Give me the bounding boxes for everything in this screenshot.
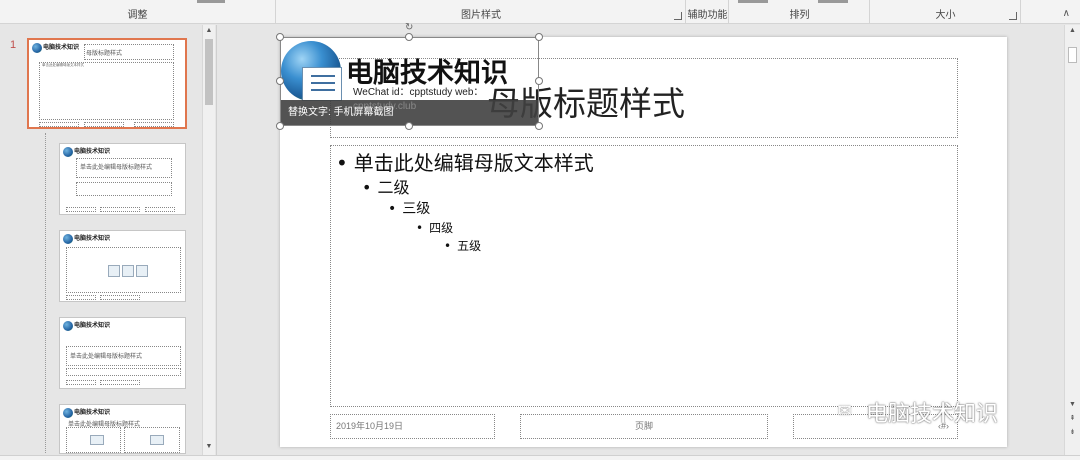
ribbon-group-bar: 调整 图片样式 辅助功能 排列 大小 ∧ — [0, 0, 1080, 24]
selected-logo-picture[interactable]: 电脑技术知识 WeChat id：cpptstudy web： 替换文字: 手机… — [276, 22, 543, 130]
resize-handle[interactable] — [535, 122, 543, 130]
bullet-level-2: 二级 — [362, 174, 409, 198]
thumbnail-footer-placeholder — [145, 207, 175, 212]
thumbnail-title: 电脑技术知识 — [74, 323, 111, 329]
dialog-launcher-icon[interactable] — [674, 12, 682, 20]
thumbnail-footer-placeholder — [100, 207, 140, 212]
resize-handle[interactable] — [405, 33, 413, 41]
thumbnail-image — [122, 265, 134, 277]
bullet-level-4: 四级 — [416, 219, 453, 236]
previous-slide-icon[interactable]: ⇞ — [1065, 413, 1080, 425]
thumbnail-footer-placeholder — [39, 122, 79, 127]
ribbon-group-label: 大小 — [935, 10, 956, 21]
thumbnail-body-text: 单击此处编辑母版文本样式 — [42, 63, 84, 67]
globe-logo-icon — [32, 43, 42, 53]
ribbon-group-size: 大小 — [871, 0, 1021, 24]
status-bar — [0, 455, 1080, 460]
scrollbar-thumb[interactable] — [1068, 47, 1077, 63]
globe-logo-icon — [63, 234, 73, 244]
body-placeholder[interactable] — [330, 145, 958, 407]
selection-frame — [280, 37, 539, 126]
thumbnail-subtitle: 母版标题样式 — [86, 51, 123, 57]
bullet-level-3: 三级 — [388, 198, 430, 218]
globe-logo-icon — [63, 321, 73, 331]
thumbnail-image — [108, 265, 120, 277]
bullet-level-1: 单击此处编辑母版文本样式 — [336, 147, 594, 176]
ribbon-group-accessibility: 辅助功能 — [687, 0, 729, 24]
resize-handle[interactable] — [405, 122, 413, 130]
date-placeholder[interactable]: 2019年10月19日 — [330, 414, 495, 439]
thumbnail-footer-placeholder — [66, 295, 96, 300]
resize-handle[interactable] — [276, 33, 284, 41]
thumbnail-footer-placeholder — [134, 122, 174, 127]
ribbon-group-arrange: 排列 — [730, 0, 870, 24]
thumbnail-master-slide[interactable]: 电脑技术知识 母版标题样式 单击此处编辑母版文本样式 — [27, 38, 187, 129]
globe-logo-icon — [63, 408, 73, 418]
thumbnail-image — [90, 435, 104, 445]
thumbnail-body-placeholder — [66, 368, 181, 376]
thumbnail-layout-slide[interactable]: 电脑技术知识 单击此处编辑母版标题样式 — [59, 317, 186, 389]
layout-connector-line — [45, 133, 46, 453]
thumbnail-footer-placeholder — [84, 122, 124, 127]
thumbnail-footer-placeholder — [66, 207, 96, 212]
thumbnail-title: 电脑技术知识 — [74, 236, 111, 242]
scroll-down-icon[interactable]: ▼ — [1065, 399, 1080, 411]
scroll-up-icon[interactable]: ▲ — [1065, 25, 1080, 37]
ribbon-group-label: 调整 — [127, 10, 148, 21]
thumbnail-footer-placeholder — [100, 295, 140, 300]
scroll-up-icon[interactable]: ▲ — [203, 25, 215, 37]
slide-editing-canvas: 母版标题样式 单击此处编辑母版文本样式 二级 三级 四级 五级 2019年10月… — [218, 22, 1064, 455]
thumbnail-image — [150, 435, 164, 445]
collapse-ribbon-icon[interactable]: ∧ — [1063, 8, 1070, 19]
ribbon-group-picture-styles: 图片样式 — [277, 0, 686, 24]
slide-thumbnail-pane: 1 电脑技术知识 母版标题样式 单击此处编辑母版文本样式 电脑技术知识 单击此处… — [0, 25, 217, 455]
thumbnail-footer-placeholder — [66, 380, 96, 385]
rotate-handle-icon[interactable]: ↻ — [405, 22, 415, 33]
next-slide-icon[interactable]: ⇟ — [1065, 427, 1080, 439]
ribbon-group-label: 辅助功能 — [687, 10, 728, 21]
globe-logo-icon — [63, 147, 73, 157]
thumbnail-title: 电脑技术知识 — [74, 410, 111, 416]
scroll-down-icon[interactable]: ▼ — [203, 441, 215, 453]
thumbnail-footer-placeholder — [100, 380, 140, 385]
bullet-level-5: 五级 — [444, 237, 481, 254]
watermark-text: 电脑技术知识 — [866, 402, 999, 427]
ribbon-group-label: 排列 — [789, 10, 810, 21]
thumbnail-layout-slide[interactable]: 电脑技术知识 — [59, 230, 186, 302]
footer-placeholder[interactable]: 页脚 — [520, 414, 768, 439]
resize-handle[interactable] — [276, 77, 284, 85]
resize-handle[interactable] — [535, 33, 543, 41]
thumbnail-body-placeholder — [76, 182, 172, 196]
thumbnail-title: 电脑技术知识 — [74, 149, 111, 155]
thumbnail-layout-slide[interactable]: 电脑技术知识 单击此处编辑母版标题样式 — [59, 143, 186, 215]
thumbnail-layout-slide[interactable]: 电脑技术知识 单击此处编辑母版标题样式 — [59, 404, 186, 454]
resize-handle[interactable] — [535, 77, 543, 85]
wechat-icon: ✉ — [838, 403, 852, 420]
resize-handle[interactable] — [276, 122, 284, 130]
thumbnail-subtitle: 单击此处编辑母版标题样式 — [70, 354, 143, 360]
slide-number: 1 — [10, 39, 17, 51]
thumbnail-body-placeholder — [39, 62, 174, 120]
editor-scrollbar[interactable]: ▲ ▼ ⇞ ⇟ — [1064, 25, 1080, 455]
thumbnail-scrollbar[interactable]: ▲ ▼ — [202, 25, 215, 455]
ribbon-group-adjust: 调整 — [0, 0, 276, 24]
thumbnail-image — [136, 265, 148, 277]
dialog-launcher-icon[interactable] — [1009, 12, 1017, 20]
scrollbar-thumb[interactable] — [205, 39, 213, 105]
thumbnail-subtitle: 单击此处编辑母版标题样式 — [80, 165, 153, 171]
thumbnail-title: 电脑技术知识 — [43, 45, 80, 51]
ribbon-group-label: 图片样式 — [461, 10, 501, 21]
